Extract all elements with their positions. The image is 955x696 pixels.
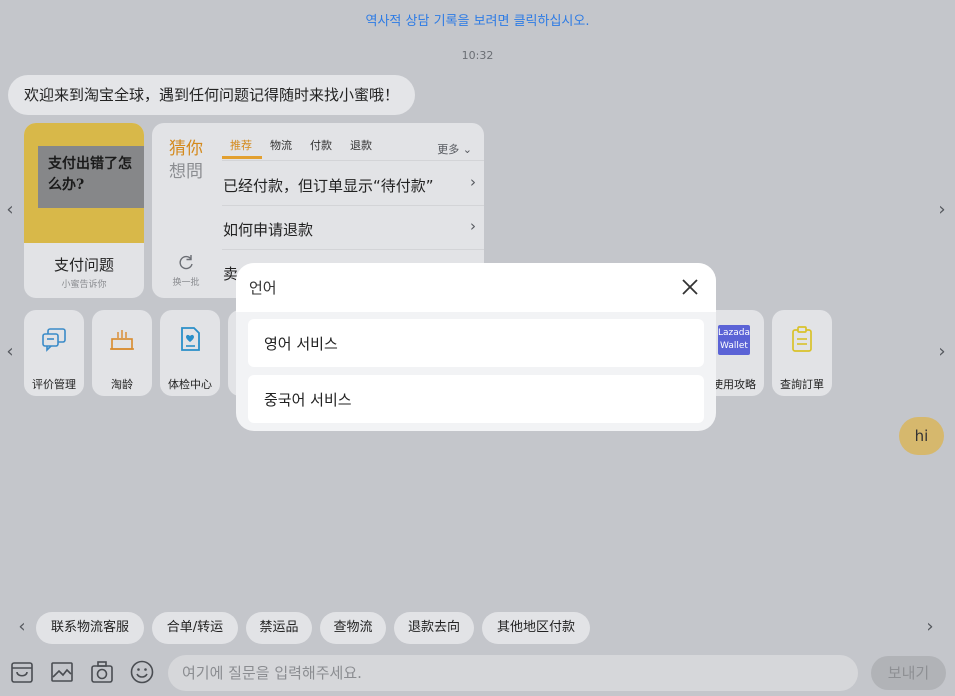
quick-reply-chip[interactable]: 其他地区付款 xyxy=(482,612,590,644)
quick-reply-chip[interactable]: 联系物流客服 xyxy=(36,612,144,644)
payment-card-image: 支付出错了怎么办? xyxy=(24,123,144,243)
language-modal: 언어 영어 서비스 중국어 서비스 xyxy=(236,263,716,431)
modal-header: 언어 xyxy=(236,263,716,312)
tool-review-management[interactable]: 评价管理 xyxy=(24,310,84,396)
tool-label: 体检中心 xyxy=(168,378,212,391)
welcome-message: 欢迎来到淘宝全球，遇到任何问题记得随时来找小蜜哦！ xyxy=(8,75,416,115)
faq-item-label: 如何申请退款 xyxy=(223,221,314,239)
store-icon[interactable] xyxy=(9,659,35,685)
chevron-right-icon: › xyxy=(470,217,476,235)
tool-account-age[interactable]: 淘龄 xyxy=(92,310,152,396)
close-icon[interactable] xyxy=(680,277,700,297)
language-option-label: 중국어 서비스 xyxy=(264,391,352,409)
refresh-label[interactable]: 换一批 xyxy=(160,275,212,288)
faq-item-label: 已经付款，但订单显示“待付款” xyxy=(223,177,434,195)
camera-icon[interactable] xyxy=(89,659,115,685)
lazada-wallet-icon: Lazada Wallet xyxy=(718,325,750,355)
more-label: 更多 xyxy=(437,143,460,156)
tab-payment[interactable]: 付款 xyxy=(310,137,332,153)
review-icon xyxy=(42,328,66,352)
message-input[interactable] xyxy=(168,655,858,691)
faq-item[interactable]: 如何申请退款 › xyxy=(222,206,484,250)
quick-reply-chip[interactable]: 退款去向 xyxy=(394,612,474,644)
tool-label: 查詢訂單 xyxy=(780,378,824,391)
quick-reply-chip[interactable]: 查物流 xyxy=(320,612,386,644)
active-tab-indicator xyxy=(222,156,262,159)
tab-logistics[interactable]: 物流 xyxy=(270,137,292,153)
faq-tabs: 推荐 物流 付款 退款 更多 ⌄ xyxy=(222,123,484,161)
payment-card-image-text: 支付出错了怎么办? xyxy=(38,146,144,208)
emoji-icon[interactable] xyxy=(129,659,155,685)
tool-order-query[interactable]: 查詢訂單 xyxy=(772,310,832,396)
modal-title: 언어 xyxy=(249,279,277,297)
image-icon[interactable] xyxy=(49,659,75,685)
tools-prev-arrow-icon[interactable]: ‹ xyxy=(2,342,18,362)
quick-next-arrow-icon[interactable]: › xyxy=(922,617,938,637)
guess-title: 猜你 xyxy=(169,139,203,159)
refresh-icon[interactable] xyxy=(176,253,196,273)
tool-health-center[interactable]: 体检中心 xyxy=(160,310,220,396)
language-option-label: 영어 서비스 xyxy=(264,335,338,353)
send-button[interactable]: 보내기 xyxy=(871,656,946,690)
card-prev-arrow-icon[interactable]: ‹ xyxy=(2,200,18,220)
cake-icon xyxy=(110,330,134,350)
language-option-chinese[interactable]: 중국어 서비스 xyxy=(248,375,704,423)
chevron-down-icon: ⌄ xyxy=(459,143,472,156)
tool-label: 淘龄 xyxy=(111,378,133,391)
tools-next-arrow-icon[interactable]: › xyxy=(934,342,950,362)
chevron-right-icon: › xyxy=(470,173,476,191)
guess-subtitle: 想問 xyxy=(169,162,203,182)
quick-reply-chip[interactable]: 禁运品 xyxy=(246,612,312,644)
card-next-arrow-icon[interactable]: › xyxy=(934,200,950,220)
payment-card-title: 支付问题 xyxy=(53,256,114,274)
message-input-wrapper xyxy=(168,655,858,691)
checkup-icon xyxy=(181,327,200,351)
more-button[interactable]: 更多 ⌄ xyxy=(437,141,472,157)
clipboard-icon xyxy=(792,326,812,352)
tab-refund[interactable]: 退款 xyxy=(350,137,372,153)
tool-label: 评价管理 xyxy=(32,378,76,391)
user-message-bubble: hi xyxy=(899,417,944,455)
language-option-english[interactable]: 영어 서비스 xyxy=(248,319,704,367)
payment-issue-card[interactable]: 支付出错了怎么办? 支付问题 小蜜告诉你 xyxy=(24,123,144,298)
tab-recommend[interactable]: 推荐 xyxy=(230,137,252,153)
quick-prev-arrow-icon[interactable]: ‹ xyxy=(14,617,30,637)
quick-reply-chip[interactable]: 合单/转运 xyxy=(152,612,238,644)
timestamp: 10:32 xyxy=(461,49,494,62)
payment-card-subtitle: 小蜜告诉你 xyxy=(61,280,107,290)
faq-item[interactable]: 已经付款，但订单显示“待付款” › xyxy=(222,162,484,206)
history-link[interactable]: 역사적 상담 기록을 보려면 클릭하십시오. xyxy=(0,10,955,29)
